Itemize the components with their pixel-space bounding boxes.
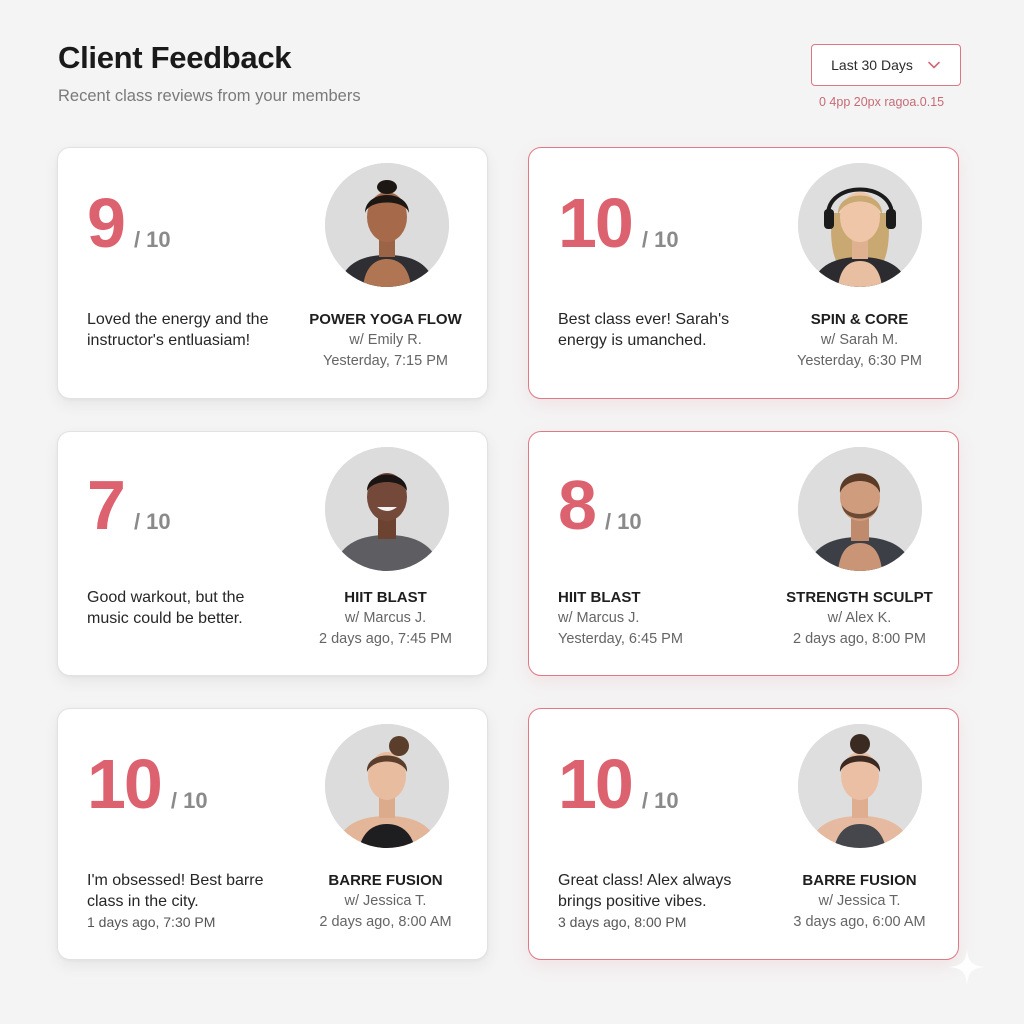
avatar-photo — [798, 163, 922, 287]
score-value: 7 — [87, 466, 126, 544]
review-comment: Loved the energy and the instructor's en… — [87, 311, 269, 349]
chevron-down-icon — [928, 61, 940, 69]
feedback-card[interactable]: 7 / 10 Good warkout, but the music could… — [57, 431, 488, 676]
score-scale: / 10 — [133, 509, 171, 534]
review-timestamp: Yesterday, 6:30 PM — [797, 353, 922, 369]
member-avatar — [325, 724, 449, 848]
feedback-card[interactable]: 9 / 10 Loved the energy and the instruct… — [57, 147, 488, 399]
page-title: Client Feedback — [58, 40, 292, 75]
review-comment: Great class! Alex always brings positive… — [558, 872, 732, 910]
score-value: 8 — [558, 466, 597, 544]
avatar-photo — [798, 724, 922, 848]
rating-score: 8 / 10 — [558, 470, 642, 540]
rating-score: 7 / 10 — [87, 470, 171, 540]
instructor-name: w/ Alex K. — [827, 610, 892, 626]
rating-score: 10 / 10 — [87, 749, 208, 819]
rating-score: 9 / 10 — [87, 188, 171, 258]
class-name: POWER YOGA FLOW — [309, 311, 462, 328]
comment-class-name: HIIT BLAST — [558, 589, 641, 606]
review-timestamp: 2 days ago, 8:00 AM — [319, 914, 452, 930]
score-scale: / 10 — [170, 788, 208, 813]
instructor-name: w/ Marcus J. — [344, 610, 427, 626]
comment-timestamp: Yesterday, 6:45 PM — [558, 631, 683, 647]
instructor-name: w/ Jessica T. — [818, 893, 901, 909]
score-scale: / 10 — [641, 227, 679, 252]
class-info: HIIT BLAST w/ Marcus J. 2 days ago, 7:45… — [298, 587, 473, 650]
class-info: POWER YOGA FLOW w/ Emily R. Yesterday, 7… — [298, 309, 473, 372]
member-avatar — [798, 724, 922, 848]
class-name: SPIN & CORE — [810, 311, 909, 328]
score-value: 9 — [87, 184, 126, 262]
review-comment: Best class ever! Sarah's energy is umanc… — [558, 311, 730, 349]
date-range-value: Last 30 Days — [831, 57, 913, 73]
score-scale: / 10 — [641, 788, 679, 813]
class-name: HIIT BLAST — [344, 589, 427, 606]
score-value: 10 — [558, 745, 634, 823]
class-name: BARRE FUSION — [802, 872, 917, 889]
rating-score: 10 / 10 — [558, 749, 679, 819]
feedback-card[interactable]: 10 / 10 Best class ever! Sarah's energy … — [528, 147, 959, 399]
class-info: SPIN & CORE w/ Sarah M. Yesterday, 6:30 … — [772, 309, 947, 372]
instructor-name: w/ Sarah M. — [820, 332, 899, 348]
range-note: 0 4pp 20px ragoa.0.15 — [819, 95, 945, 109]
class-name: STRENGTH SCULPT — [786, 589, 933, 606]
review-comment: I'm obsessed! Best barre class in the ci… — [87, 872, 264, 910]
sparkle-icon — [948, 948, 986, 986]
comment-timestamp: 1 days ago, 7:30 PM — [87, 914, 216, 930]
comment-timestamp: 3 days ago, 8:00 PM — [558, 914, 687, 930]
date-range-select[interactable]: Last 30 Days — [811, 44, 961, 86]
score-scale: / 10 — [604, 509, 642, 534]
avatar-photo — [325, 724, 449, 848]
score-scale: / 10 — [133, 227, 171, 252]
comment-instructor: w/ Marcus J. — [558, 610, 640, 626]
review-timestamp: 2 days ago, 7:45 PM — [319, 631, 452, 647]
avatar-photo — [798, 447, 922, 571]
rating-score: 10 / 10 — [558, 188, 679, 258]
page-subtitle: Recent class reviews from your members — [58, 87, 361, 105]
member-avatar — [325, 447, 449, 571]
class-info: STRENGTH SCULPT w/ Alex K. 2 days ago, 8… — [772, 587, 947, 650]
review-timestamp: Yesterday, 7:15 PM — [323, 353, 448, 369]
score-value: 10 — [87, 745, 163, 823]
review-timestamp: 2 days ago, 8:00 PM — [793, 631, 926, 647]
class-info: BARRE FUSION w/ Jessica T. 2 days ago, 8… — [298, 870, 473, 933]
feedback-card[interactable]: 8 / 10 HIIT BLAST w/ Marcus J. Yesterday… — [528, 431, 959, 676]
feedback-card[interactable]: 10 / 10 I'm obsessed! Best barre class i… — [57, 708, 488, 960]
member-avatar — [798, 163, 922, 287]
instructor-name: w/ Emily R. — [349, 332, 422, 348]
instructor-name: w/ Jessica T. — [344, 893, 427, 909]
feedback-card[interactable]: 10 / 10 Great class! Alex always brings … — [528, 708, 959, 960]
member-avatar — [798, 447, 922, 571]
member-avatar — [325, 163, 449, 287]
avatar-photo — [325, 163, 449, 287]
review-comment: HIIT BLAST w/ Marcus J. Yesterday, 6:45 … — [558, 587, 758, 650]
feedback-page: Client Feedback Recent class reviews fro… — [0, 0, 1024, 1024]
review-timestamp: 3 days ago, 6:00 AM — [793, 914, 926, 930]
avatar-photo — [325, 447, 449, 571]
score-value: 10 — [558, 184, 634, 262]
class-name: BARRE FUSION — [328, 872, 443, 889]
class-info: BARRE FUSION w/ Jessica T. 3 days ago, 6… — [772, 870, 947, 933]
review-comment: Good warkout, but the music could be bet… — [87, 589, 245, 627]
